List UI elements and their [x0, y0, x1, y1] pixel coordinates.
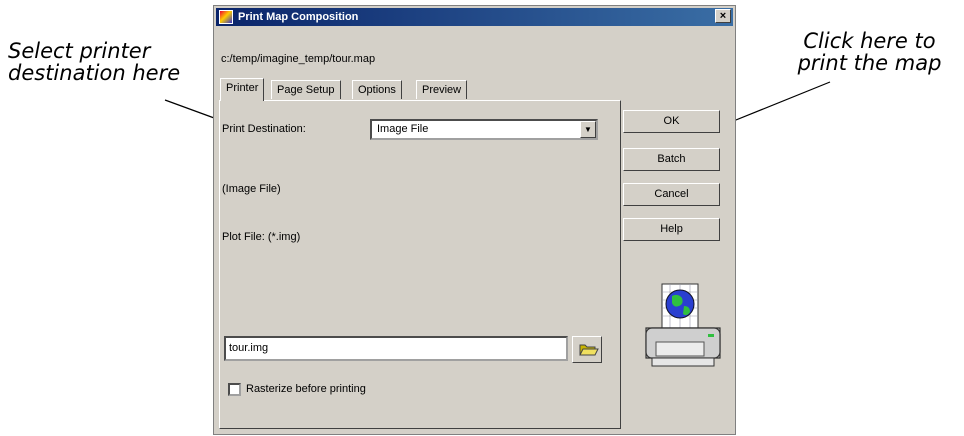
- callout-left-line2: destination here: [8, 61, 181, 85]
- print-destination-value: Image File: [377, 123, 429, 135]
- batch-button[interactable]: Batch: [623, 148, 720, 171]
- callout-right-line2: print the map: [797, 51, 942, 75]
- dialog-title: Print Map Composition: [238, 11, 359, 23]
- print-destination-label: Print Destination:: [222, 123, 306, 135]
- close-button[interactable]: ×: [715, 9, 731, 23]
- folder-icon: [579, 344, 599, 356]
- title-bar[interactable]: Print Map Composition ×: [216, 8, 733, 26]
- plot-file-label: Plot File: (*.img): [222, 231, 301, 243]
- chevron-down-icon[interactable]: ▼: [580, 121, 596, 138]
- callout-print-map: Click here to print the map: [777, 30, 962, 74]
- destination-type-label: (Image File): [222, 183, 281, 195]
- app-icon: [219, 10, 233, 24]
- callout-left-line1: Select printer: [8, 39, 151, 63]
- tab-options[interactable]: Options: [352, 80, 402, 99]
- help-button[interactable]: Help: [623, 218, 720, 241]
- tab-page-setup[interactable]: Page Setup: [271, 80, 341, 99]
- callout-select-printer: Select printer destination here: [8, 40, 213, 84]
- tab-preview[interactable]: Preview: [416, 80, 468, 99]
- rasterize-checkbox[interactable]: [228, 383, 241, 396]
- rasterize-label: Rasterize before printing: [246, 383, 366, 395]
- file-path: c:/temp/imagine_temp/tour.map: [221, 53, 376, 65]
- printer-panel: Print Destination: Image File ▼ (Image F…: [219, 100, 621, 429]
- callout-right-line1: Click here to: [803, 29, 936, 53]
- print-destination-select[interactable]: Image File ▼: [370, 119, 598, 140]
- tab-printer[interactable]: Printer: [220, 78, 265, 101]
- cancel-button[interactable]: Cancel: [623, 183, 720, 206]
- browse-button[interactable]: [572, 336, 602, 363]
- printer-icon: [645, 283, 721, 367]
- plot-file-value: tour.img: [229, 342, 269, 354]
- plot-file-input[interactable]: tour.img: [224, 336, 568, 361]
- ok-button[interactable]: OK: [623, 110, 720, 133]
- print-map-dialog: Print Map Composition × c:/temp/imagine_…: [213, 5, 736, 435]
